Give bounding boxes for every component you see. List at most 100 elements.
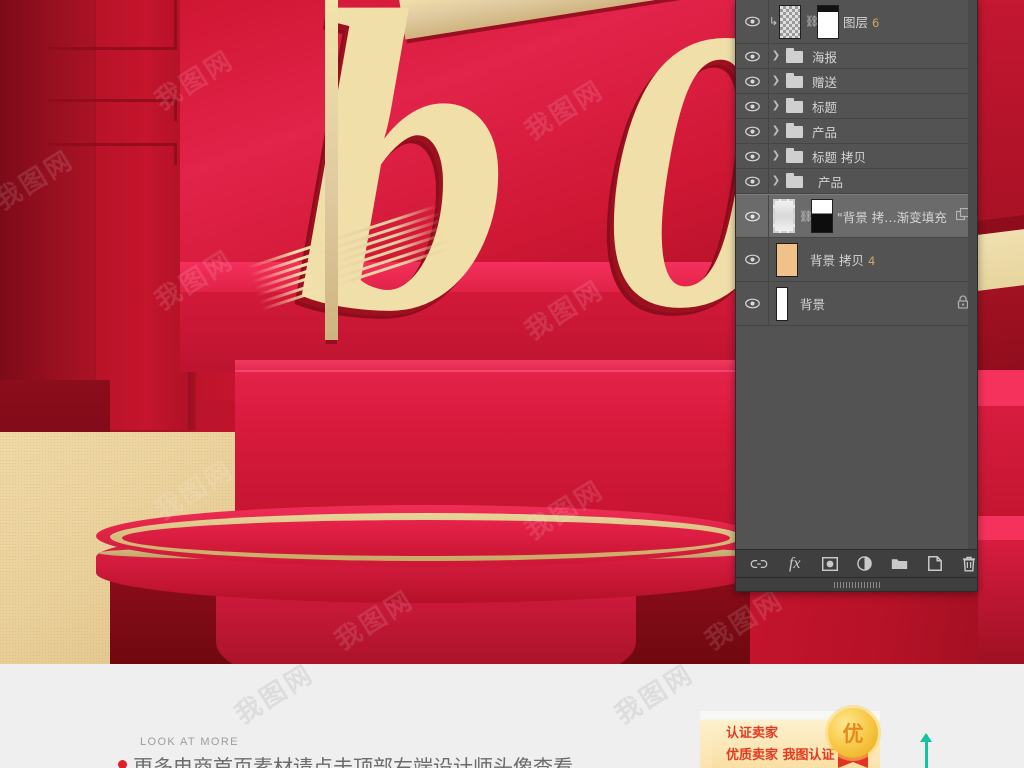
poster-engrave-line	[174, 0, 177, 49]
layer-thumbnail[interactable]	[776, 242, 798, 277]
layer-visibility-toggle[interactable]	[736, 254, 768, 265]
layer-visibility-toggle[interactable]	[736, 151, 768, 162]
layer-row[interactable]: ❯ 赠送	[736, 69, 977, 94]
eye-icon	[744, 126, 760, 137]
layer-name[interactable]: 赠送	[812, 72, 837, 91]
folder-icon	[784, 73, 806, 89]
poster-right-band-pink	[978, 370, 1024, 406]
layers-scrollbar[interactable]	[968, 0, 977, 556]
chevron-right-icon[interactable]: ❯	[768, 151, 784, 161]
eye-icon	[744, 298, 760, 309]
layer-row[interactable]: ❯ 标题	[736, 94, 977, 119]
chevron-right-icon[interactable]: ❯	[768, 51, 784, 61]
layer-row[interactable]: ❯ 产品	[736, 169, 977, 194]
layer-visibility-toggle[interactable]	[736, 298, 768, 309]
arrow-up-icon[interactable]	[920, 733, 932, 768]
layer-name[interactable]: "背景 拷…渐变填充	[837, 207, 947, 226]
eye-icon	[744, 151, 760, 162]
layer-row-selected[interactable]: ⛓ "背景 拷…渐变填充	[736, 194, 977, 238]
watermark-text: 我图网	[229, 664, 320, 731]
watermark-text: 我图网	[609, 664, 700, 731]
poster-engrave-line	[174, 143, 177, 165]
footer-eyebrow: LOOK AT MORE	[140, 736, 239, 748]
layer-visibility-toggle[interactable]	[736, 176, 768, 187]
layer-visibility-toggle[interactable]	[736, 126, 768, 137]
poster-gold-vertical-bar	[325, 0, 338, 340]
layer-visibility-toggle[interactable]	[736, 76, 768, 87]
link-mask-icon[interactable]: ⛓	[805, 15, 819, 28]
layer-mask-thumbnail[interactable]	[817, 4, 839, 39]
layers-list[interactable]: ↳ ⛓ 图层 6 ❯ 海报 ❯ 赠送 ❯ 标题 ❯ 产品 ❯ 标题 拷贝 ❯ 产…	[736, 0, 977, 556]
new-group-icon[interactable]	[891, 555, 908, 573]
footer-bullet-dot	[118, 760, 127, 768]
chevron-right-icon[interactable]: ❯	[768, 176, 784, 186]
layer-name[interactable]: 产品	[812, 172, 843, 191]
layer-row[interactable]: ↳ ⛓ 图层 6	[736, 0, 977, 44]
layer-mask-icon[interactable]	[821, 555, 838, 573]
layer-name[interactable]: 海报	[812, 47, 837, 66]
fx-icon[interactable]: fx	[787, 555, 803, 573]
layer-row[interactable]: ❯ 产品	[736, 119, 977, 144]
layer-name-text: 图层	[843, 15, 869, 30]
layer-column-divider	[768, 195, 769, 237]
layer-name[interactable]: 背景	[800, 294, 825, 313]
layer-name[interactable]: 标题 拷贝	[812, 147, 866, 166]
layer-row[interactable]: ❯ 海报	[736, 44, 977, 69]
layer-name[interactable]: 背景 拷贝 4	[810, 250, 875, 269]
layer-column-divider	[768, 0, 769, 43]
layer-column-divider	[768, 144, 769, 168]
layer-mask-thumbnail[interactable]	[811, 199, 833, 233]
layers-panel-resize-grip[interactable]	[736, 577, 977, 591]
adjustment-layer-icon[interactable]	[856, 555, 873, 573]
layers-panel[interactable]: ↳ ⛓ 图层 6 ❯ 海报 ❯ 赠送 ❯ 标题 ❯ 产品 ❯ 标题 拷贝 ❯ 产…	[735, 0, 978, 592]
poster-stage-ring-inner	[122, 520, 730, 556]
layer-row[interactable]: ❯ 标题 拷贝	[736, 144, 977, 169]
poster-engrave-line	[174, 99, 177, 121]
poster-stage	[96, 505, 756, 664]
layer-name[interactable]: 标题	[812, 97, 837, 116]
layer-row[interactable]: 背景 拷贝 4	[736, 238, 977, 282]
poster-engrave-line	[47, 99, 177, 102]
clipping-mask-arrow-icon: ↳	[768, 15, 779, 28]
new-layer-icon[interactable]	[927, 555, 943, 573]
layers-panel-toolbar[interactable]: fx	[736, 549, 977, 577]
layer-visibility-toggle[interactable]	[736, 51, 768, 62]
poster-right-band-mid	[978, 406, 1024, 516]
poster-engrave-line	[47, 143, 177, 146]
chevron-right-icon[interactable]: ❯	[768, 76, 784, 86]
layer-thumbnail[interactable]	[776, 286, 788, 321]
eye-icon	[744, 16, 760, 27]
layer-thumbnail[interactable]	[779, 4, 801, 39]
poster-right-band-top	[978, 0, 1024, 230]
layer-visibility-toggle[interactable]	[736, 211, 768, 222]
layer-column-divider	[768, 169, 769, 193]
layer-name[interactable]: 产品	[812, 122, 837, 141]
chevron-right-icon[interactable]: ❯	[768, 126, 784, 136]
eye-icon	[744, 176, 760, 187]
screenshot-root: b 0 我图网 我图网 LOOK AT MORE 更多电商首页素材请点击顶部右端…	[0, 0, 1024, 768]
eye-icon	[744, 51, 760, 62]
layer-column-divider	[768, 69, 769, 93]
poster-left-column	[0, 0, 96, 430]
layer-visibility-toggle[interactable]	[736, 101, 768, 112]
folder-icon	[784, 173, 806, 189]
chevron-right-icon[interactable]: ❯	[768, 101, 784, 111]
badge-line-1: 认证卖家	[726, 726, 779, 741]
layer-visibility-toggle[interactable]	[736, 16, 768, 27]
badge-medal-icon: 优	[828, 708, 878, 758]
layer-column-divider	[768, 94, 769, 118]
delete-layer-icon[interactable]	[962, 555, 978, 573]
link-mask-icon[interactable]: ⛓	[799, 210, 813, 223]
link-icon[interactable]	[750, 555, 768, 573]
folder-icon	[784, 148, 806, 164]
layer-row[interactable]: 背景	[736, 282, 977, 326]
footer-headline: 更多电商首页素材请点击顶部右端设计师头像查看	[133, 755, 573, 768]
eye-icon	[744, 254, 760, 265]
layer-name-text: 背景 拷贝	[810, 253, 864, 268]
poster-left-panel	[96, 0, 188, 430]
layer-column-divider	[768, 238, 769, 281]
layer-name-number: 4	[867, 254, 876, 268]
layer-column-divider	[768, 282, 769, 325]
layer-thumbnail[interactable]	[773, 199, 795, 233]
layer-name[interactable]: 图层 6	[843, 12, 879, 31]
